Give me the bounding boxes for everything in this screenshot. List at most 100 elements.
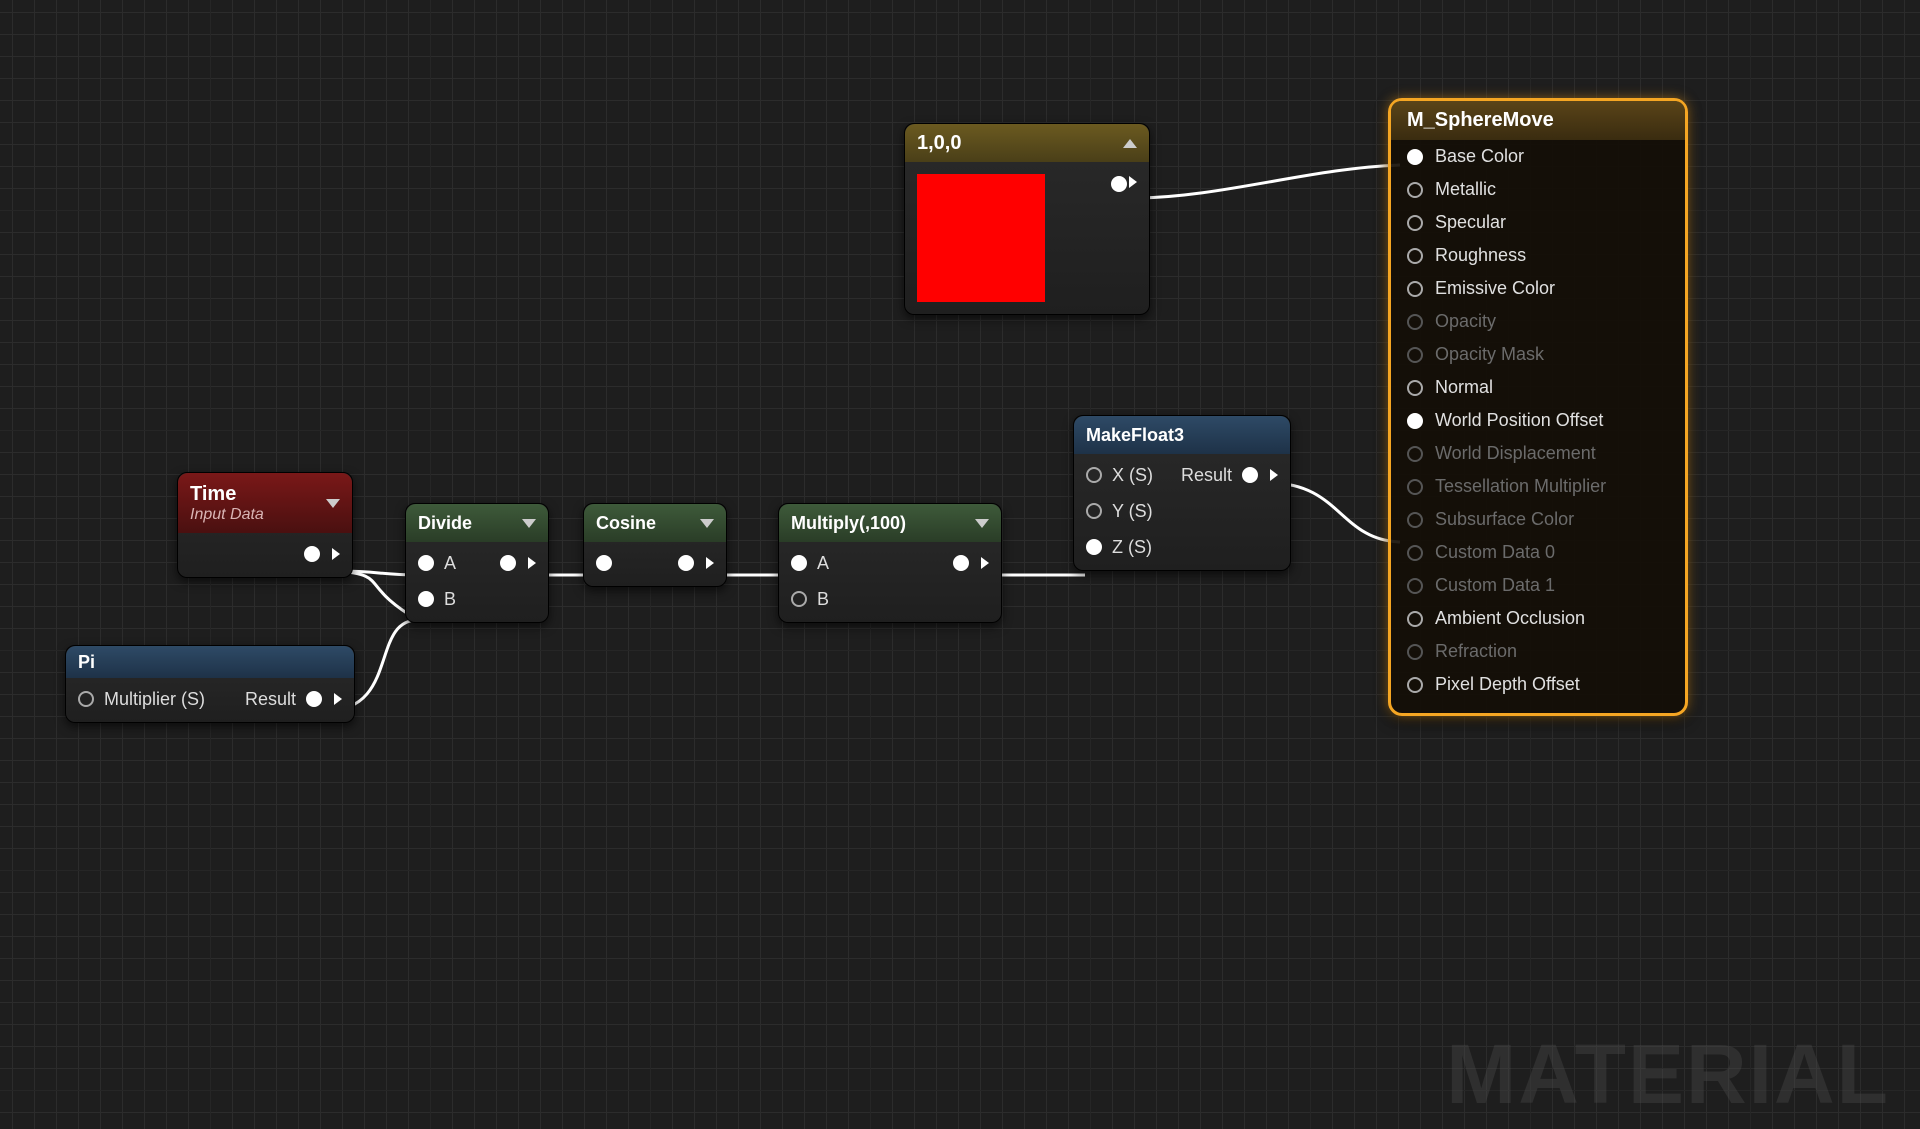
material-pin-label: World Displacement: [1435, 443, 1596, 464]
material-pin-label: Base Color: [1435, 146, 1524, 167]
material-pin-row[interactable]: Specular: [1391, 206, 1685, 239]
material-pin-label: Custom Data 0: [1435, 542, 1555, 563]
output-pin[interactable]: [500, 555, 516, 571]
input-label-x: X (S): [1112, 465, 1153, 486]
output-pin[interactable]: [953, 555, 969, 571]
input-pin-b[interactable]: [418, 591, 434, 607]
output-arrow-icon: [332, 548, 340, 560]
node-pi[interactable]: Pi Multiplier (S) Result: [65, 645, 355, 723]
material-pin-row: Tessellation Multiplier: [1391, 470, 1685, 503]
input-pin-x[interactable]: [1086, 467, 1102, 483]
material-input-pin: [1407, 578, 1423, 594]
node-header[interactable]: 1,0,0: [905, 124, 1149, 162]
material-pin-label: Metallic: [1435, 179, 1496, 200]
input-pin-a[interactable]: [418, 555, 434, 571]
node-header[interactable]: Cosine: [584, 504, 726, 542]
material-input-pin[interactable]: [1407, 413, 1423, 429]
material-pin-row[interactable]: Metallic: [1391, 173, 1685, 206]
node-cosine[interactable]: Cosine: [583, 503, 727, 587]
material-pin-label: Opacity: [1435, 311, 1496, 332]
material-input-pin[interactable]: [1407, 611, 1423, 627]
node-material-output[interactable]: M_SphereMove Base Color Metallic Specular R…: [1388, 98, 1688, 716]
material-input-pin[interactable]: [1407, 149, 1423, 165]
material-pin-label: Custom Data 1: [1435, 575, 1555, 596]
node-header[interactable]: Divide: [406, 504, 548, 542]
expand-icon[interactable]: [522, 519, 536, 528]
node-title: Pi: [78, 652, 95, 673]
material-pin-row: Subsurface Color: [1391, 503, 1685, 536]
material-input-pin: [1407, 314, 1423, 330]
material-pin-row: Custom Data 0: [1391, 536, 1685, 569]
material-input-pin: [1407, 644, 1423, 660]
material-pin-row[interactable]: World Position Offset: [1391, 404, 1685, 437]
collapse-icon[interactable]: [1123, 139, 1137, 148]
input-label-b: B: [444, 589, 456, 610]
output-pin[interactable]: [678, 555, 694, 571]
input-label-b: B: [817, 589, 829, 610]
input-pin-y[interactable]: [1086, 503, 1102, 519]
output-pin[interactable]: [1111, 176, 1127, 192]
material-input-pin: [1407, 347, 1423, 363]
output-pin-result[interactable]: [306, 691, 322, 707]
node-header[interactable]: Multiply(,100): [779, 504, 1001, 542]
expand-icon[interactable]: [326, 499, 340, 508]
node-header[interactable]: Time Input Data: [178, 473, 352, 533]
material-pin-label: Emissive Color: [1435, 278, 1555, 299]
material-input-pin[interactable]: [1407, 215, 1423, 231]
output-arrow-icon: [1129, 176, 1137, 188]
node-makefloat3[interactable]: MakeFloat3 X (S) Result Y (S) Z (S): [1073, 415, 1291, 571]
node-header[interactable]: Pi: [66, 646, 354, 678]
material-pin-row: Opacity: [1391, 305, 1685, 338]
material-pin-row: Refraction: [1391, 635, 1685, 668]
input-pin-a[interactable]: [791, 555, 807, 571]
input-label-a: A: [817, 553, 829, 574]
input-pin[interactable]: [596, 555, 612, 571]
output-label: Result: [245, 689, 296, 710]
material-pin-label: Normal: [1435, 377, 1493, 398]
node-divide[interactable]: Divide A B: [405, 503, 549, 623]
node-header[interactable]: MakeFloat3: [1074, 416, 1290, 454]
material-pin-row[interactable]: Base Color: [1391, 140, 1685, 173]
expand-icon[interactable]: [975, 519, 989, 528]
material-pin-label: Tessellation Multiplier: [1435, 476, 1606, 497]
material-pin-row[interactable]: Emissive Color: [1391, 272, 1685, 305]
node-title: Divide: [418, 513, 472, 534]
material-input-pin: [1407, 545, 1423, 561]
node-constant3vector[interactable]: 1,0,0: [904, 123, 1150, 315]
material-pin-label: Specular: [1435, 212, 1506, 233]
material-input-pin: [1407, 446, 1423, 462]
output-label: Result: [1181, 465, 1232, 486]
input-label-z: Z (S): [1112, 537, 1152, 558]
input-label-y: Y (S): [1112, 501, 1153, 522]
editor-watermark: MATERIAL: [1446, 1026, 1890, 1123]
material-input-pin[interactable]: [1407, 677, 1423, 693]
node-multiply[interactable]: Multiply(,100) A B: [778, 503, 1002, 623]
material-pin-label: World Position Offset: [1435, 410, 1603, 431]
output-pin-result[interactable]: [1242, 467, 1258, 483]
material-input-pin[interactable]: [1407, 281, 1423, 297]
expand-icon[interactable]: [700, 519, 714, 528]
node-title: Multiply(,100): [791, 513, 906, 534]
material-input-pin[interactable]: [1407, 182, 1423, 198]
material-pin-row[interactable]: Ambient Occlusion: [1391, 602, 1685, 635]
output-arrow-icon: [334, 693, 342, 705]
output-arrow-icon: [706, 557, 714, 569]
input-pin-b[interactable]: [791, 591, 807, 607]
node-time[interactable]: Time Input Data: [177, 472, 353, 578]
input-pin-multiplier[interactable]: [78, 691, 94, 707]
material-pin-row: Custom Data 1: [1391, 569, 1685, 602]
node-graph-canvas[interactable]: 1,0,0 Time Input Data Pi: [0, 0, 1920, 1129]
output-pin[interactable]: [304, 546, 320, 562]
node-title: MakeFloat3: [1086, 425, 1184, 446]
material-pin-row[interactable]: Roughness: [1391, 239, 1685, 272]
material-input-pin[interactable]: [1407, 248, 1423, 264]
material-pin-label: Roughness: [1435, 245, 1526, 266]
material-pin-row[interactable]: Normal: [1391, 371, 1685, 404]
node-subtitle: Input Data: [190, 506, 264, 524]
material-pin-row: Opacity Mask: [1391, 338, 1685, 371]
material-pin-row[interactable]: Pixel Depth Offset: [1391, 668, 1685, 701]
input-pin-z[interactable]: [1086, 539, 1102, 555]
color-preview-swatch[interactable]: [917, 174, 1045, 302]
material-node-title[interactable]: M_SphereMove: [1391, 101, 1685, 140]
material-input-pin[interactable]: [1407, 380, 1423, 396]
